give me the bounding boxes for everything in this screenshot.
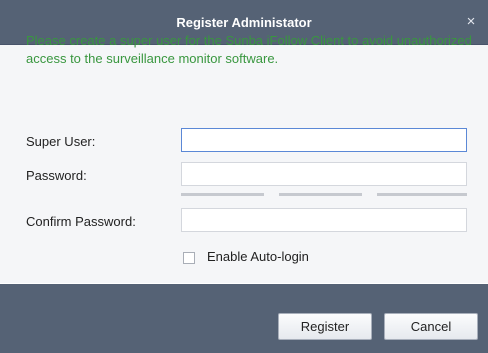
super-user-label: Super User:	[26, 134, 96, 149]
auto-login-checkbox[interactable]	[183, 252, 195, 264]
cancel-button[interactable]: Cancel	[384, 313, 478, 340]
password-strength-segment-3	[377, 193, 467, 196]
password-input[interactable]	[181, 162, 467, 186]
intro-message: Please create a super user for the Sunba…	[26, 33, 472, 66]
register-administrator-dialog: Register Administator × Please create a …	[0, 0, 488, 353]
super-user-input[interactable]	[181, 128, 467, 152]
confirm-password-label: Confirm Password:	[26, 214, 136, 229]
password-label: Password:	[26, 168, 87, 183]
password-strength-segment-2	[279, 193, 362, 196]
password-strength-segment-1	[181, 193, 264, 196]
register-button[interactable]: Register	[278, 313, 372, 340]
auto-login-label: Enable Auto-login	[207, 249, 309, 264]
confirm-password-input[interactable]	[181, 208, 467, 232]
